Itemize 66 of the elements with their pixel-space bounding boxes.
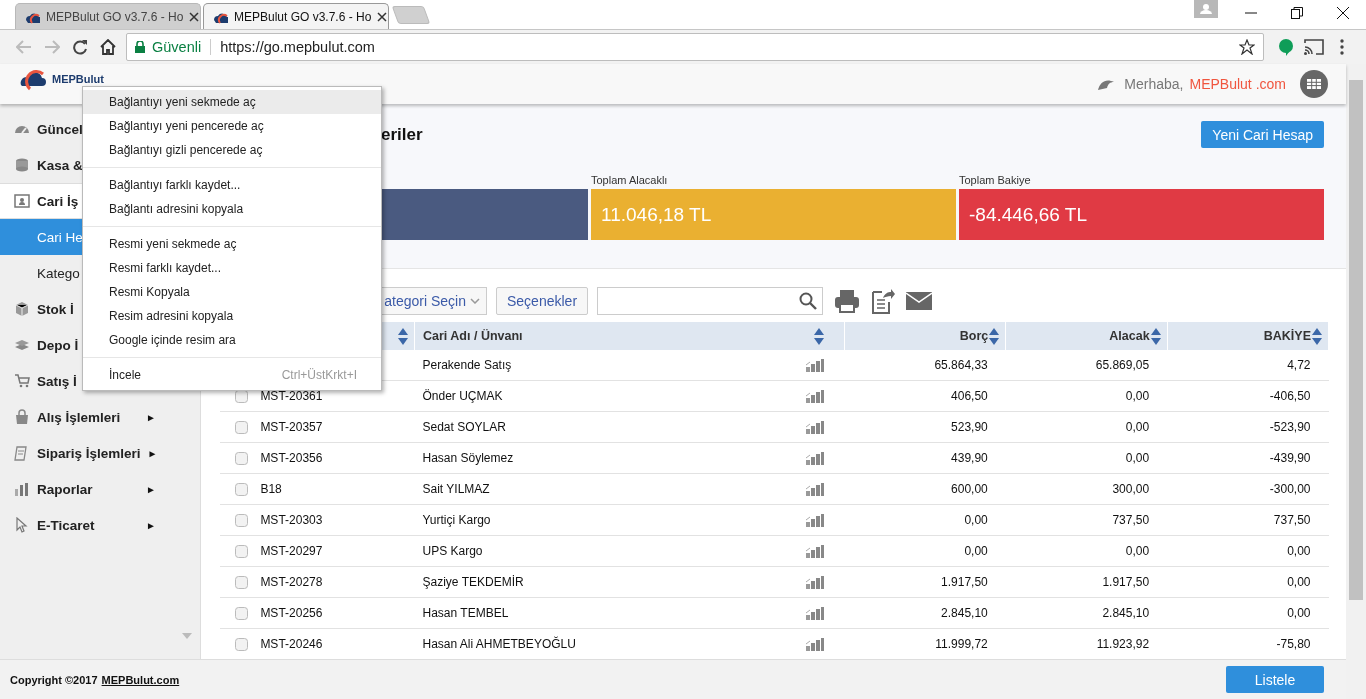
table-cell: MST-20297 <box>260 544 323 558</box>
summary-card: -84.446,66 TL <box>959 189 1324 240</box>
table-cell: Şaziye TEKDEMİR <box>422 575 524 589</box>
table-cell: Hasan TEMBEL <box>422 606 509 620</box>
arrow-icon: ► <box>146 483 156 495</box>
table-cell: Sedat SOYLAR <box>422 420 506 434</box>
table-cell: -439,90 <box>1269 451 1311 465</box>
summary-card: 11.046,18 TL <box>591 189 956 240</box>
table-cell: 737,50 <box>1273 513 1311 527</box>
arrow-icon: ► <box>146 411 156 423</box>
table-cell: 406,50 <box>951 389 988 403</box>
table-cell: 0,00 <box>1125 451 1150 465</box>
card-label: Toplam Bakiye <box>959 174 1032 188</box>
logo-text: MEPBulut <box>52 73 104 85</box>
table-cell: 0,00 <box>1125 389 1150 403</box>
table-cell: MST-20357 <box>260 420 323 434</box>
table-cell: MST-20246 <box>260 637 323 651</box>
table-cell: -300,00 <box>1269 482 1311 496</box>
table-cell: 2.845,10 <box>1102 606 1150 620</box>
security-label: Güvenli <box>152 39 202 55</box>
copyright-text: Copyright ©2017 <box>10 673 98 686</box>
table-cell: MST-20256 <box>260 606 323 620</box>
table-cell: 300,00 <box>1112 482 1150 496</box>
table-cell: 0,00 <box>1287 575 1311 589</box>
table-cell: -523,90 <box>1269 420 1311 434</box>
table-cell: 0,00 <box>964 544 988 558</box>
shortcut-text: Ctrl+ÜstKrkt+I <box>281 368 357 382</box>
table-cell: Hasan Söylemez <box>422 451 514 465</box>
table-cell: 11.999,72 <box>935 637 988 651</box>
table-cell: 0,00 <box>1125 420 1150 434</box>
tab-title: MEPBulut GO v3.7.6 - Ho <box>46 9 184 24</box>
arrow-icon: ► <box>146 519 156 531</box>
table-cell: 0,00 <box>964 513 988 527</box>
table-cell: 0,00 <box>1287 606 1311 620</box>
table-cell: Yurtiçi Kargo <box>422 513 491 527</box>
card-label: Toplam Alacaklı <box>591 174 669 188</box>
table-cell: 439,90 <box>951 451 988 465</box>
table-cell: MST-20356 <box>260 451 323 465</box>
table-cell: 65.864,33 <box>934 358 988 372</box>
table-cell: MST-20303 <box>260 513 323 527</box>
arrow-icon: ► <box>147 447 158 459</box>
table-cell: 4,72 <box>1287 358 1311 372</box>
url-text: https://go.mepbulut.com <box>220 39 375 55</box>
tab-title: MEPBulut GO v3.7.6 - Ho <box>234 9 372 24</box>
table-cell: 737,50 <box>1112 513 1150 527</box>
table-cell: 523,90 <box>951 420 988 434</box>
page-title: eriler <box>381 124 423 145</box>
table-cell: 600,00 <box>951 482 988 496</box>
table-cell: 0,00 <box>1125 544 1150 558</box>
table-cell: MST-20278 <box>260 575 323 589</box>
table-cell: 2.845,10 <box>941 606 988 620</box>
table-cell: 0,00 <box>1287 544 1311 558</box>
table-cell: MST-20361 <box>260 389 323 403</box>
table-cell: Hasan Ali AHMETBEYOĞLU <box>422 637 576 651</box>
table-cell: 65.869,05 <box>1095 358 1150 372</box>
table-cell: 11.923,92 <box>1096 637 1150 651</box>
table-cell: 1.917,50 <box>941 575 988 589</box>
table-cell: -75,80 <box>1276 637 1311 651</box>
table-cell: Perakende Satış <box>422 358 512 372</box>
table-cell: Sait YILMAZ <box>422 482 490 496</box>
table-cell: Önder UÇMAK <box>422 389 503 403</box>
table-cell: B18 <box>260 482 282 496</box>
table-cell: -406,50 <box>1269 389 1311 403</box>
table-cell: UPS Kargo <box>422 544 483 558</box>
greeting-text: Merhaba, <box>1124 76 1184 92</box>
table-cell: 1.917,50 <box>1102 575 1150 589</box>
